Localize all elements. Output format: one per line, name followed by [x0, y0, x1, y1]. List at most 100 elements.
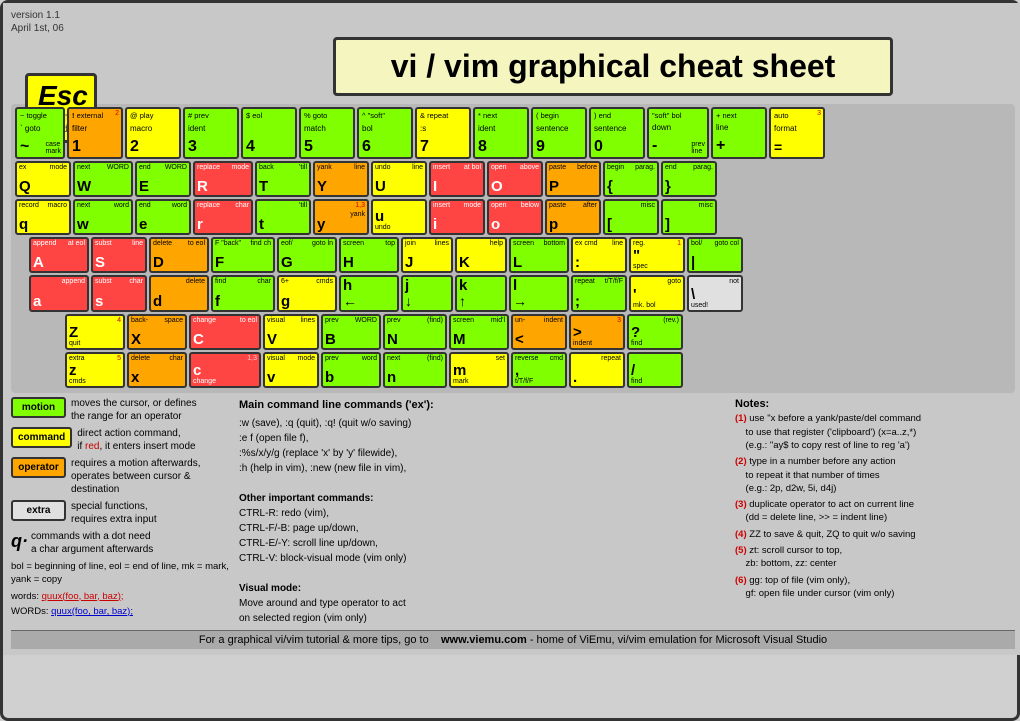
motion-desc: moves the cursor, or defines the range f…: [71, 397, 197, 423]
key-dollar[interactable]: $ eol 4: [241, 107, 297, 159]
key-gt[interactable]: 3 > indent: [569, 314, 625, 350]
legend-extra: extra special functions, requires extra …: [11, 500, 231, 526]
key-h-lower[interactable]: h ←: [339, 275, 399, 312]
note-3: (3) duplicate operator to act on current…: [735, 498, 1015, 525]
key-caret[interactable]: ^ "soft" bol 6: [357, 107, 413, 159]
key-rbrace[interactable]: end parag. }: [661, 161, 717, 197]
legend-operator: operator requires a motion afterwards, o…: [11, 457, 231, 496]
key-J-upper[interactable]: join lines J: [401, 237, 453, 273]
key-K-upper[interactable]: help K: [455, 237, 507, 273]
key-I-upper[interactable]: insert at bol I: [429, 161, 485, 197]
key-b-lower[interactable]: prev word b: [321, 352, 381, 388]
words-label: words:: [11, 591, 39, 602]
key-G-upper[interactable]: eof/ goto ln G: [277, 237, 337, 273]
key-amp[interactable]: & repeat :s 7: [415, 107, 471, 159]
key-v-lower[interactable]: visual mode v: [263, 352, 319, 388]
key-Y-upper[interactable]: yank line Y: [313, 161, 369, 197]
key-H-upper[interactable]: screen top H: [339, 237, 399, 273]
key-star[interactable]: * next ident 8: [473, 107, 529, 159]
key-S-upper[interactable]: subst line S: [91, 237, 147, 273]
key-lbracket[interactable]: misc [: [603, 199, 659, 235]
key-E-upper[interactable]: end WORD E: [135, 161, 191, 197]
key-quote[interactable]: reg. 1 " spec: [629, 237, 685, 273]
key-A-upper[interactable]: append at eol A: [29, 237, 89, 273]
main-title: vi / vim graphical cheat sheet: [333, 37, 893, 96]
key-l-lower[interactable]: l →: [509, 275, 569, 312]
key-g-lower[interactable]: 6+ cmds g: [277, 275, 337, 312]
key-F-upper[interactable]: F "back" find ch F: [211, 237, 275, 273]
key-backslash[interactable]: not \ used!: [687, 275, 743, 312]
key-z-lower[interactable]: extra 5 z cmds: [65, 352, 125, 388]
key-e-lower[interactable]: end word e: [135, 199, 191, 235]
key-hash[interactable]: # prev ident 3: [183, 107, 239, 159]
key-T-upper[interactable]: back 'till T: [255, 161, 311, 197]
key-i-lower[interactable]: insert mode i: [429, 199, 485, 235]
key-apos[interactable]: goto ' mk. bol: [629, 275, 685, 312]
key-Z-upper[interactable]: 4 Z quit: [65, 314, 125, 350]
key-percent[interactable]: % goto match 5: [299, 107, 355, 159]
key-y-lower[interactable]: 1,3 yank y: [313, 199, 369, 235]
key-X-upper[interactable]: back- space X: [127, 314, 187, 350]
key-m-lower[interactable]: set m mark: [449, 352, 509, 388]
key-under[interactable]: "soft" bol down - prevline: [647, 107, 709, 159]
key-dot[interactable]: repeat .: [569, 352, 625, 388]
key-P-upper[interactable]: paste before P: [545, 161, 601, 197]
key-equal[interactable]: auto format = 3: [769, 107, 825, 159]
key-O-upper[interactable]: open above O: [487, 161, 543, 197]
key-j-lower[interactable]: j ↓: [401, 275, 453, 312]
key-at[interactable]: @ play macro 2: [125, 107, 181, 159]
key-plus[interactable]: + next line +: [711, 107, 767, 159]
key-D-upper[interactable]: delete to eol D: [149, 237, 209, 273]
key-n-lower[interactable]: next (find) n: [383, 352, 447, 388]
key-o-lower[interactable]: open below o: [487, 199, 543, 235]
footer-text: For a graphical vi/vim tutorial & more t…: [199, 634, 429, 646]
main-commands-title: Main command line commands ('ex'):: [239, 397, 727, 414]
note-5: (5) zt: scroll cursor to top, zb: bottom…: [735, 544, 1015, 571]
key-q-lower[interactable]: record macro q: [15, 199, 71, 235]
key-U-upper[interactable]: undo line U: [371, 161, 427, 197]
bol-eol-text: bol = beginning of line, eol = end of li…: [11, 560, 231, 587]
key-semicolon[interactable]: repeat t/T/f/F ;: [571, 275, 627, 312]
key-B-upper[interactable]: prev WORD B: [321, 314, 381, 350]
command-desc: direct action command,if red, it enters …: [77, 427, 195, 453]
key-rparen[interactable]: ) end sentence 0: [589, 107, 645, 159]
key-w-lower[interactable]: next word w: [73, 199, 133, 235]
key-p-lower[interactable]: paste after p: [545, 199, 601, 235]
key-x-lower[interactable]: delete char x: [127, 352, 187, 388]
key-Q-upper[interactable]: ex mode Q: [15, 161, 71, 197]
key-t-lower[interactable]: 'till t: [255, 199, 311, 235]
key-c-lower[interactable]: 1,3 c change: [189, 352, 261, 388]
key-r-lower[interactable]: replace char r: [193, 199, 253, 235]
key-tilde[interactable]: ~ toggle ` goto casemark ~: [15, 107, 65, 159]
key-M-upper[interactable]: screen mid'l M: [449, 314, 509, 350]
q-row: ex mode Q next WORD W end WORD E replace…: [15, 161, 1011, 197]
key-N-upper[interactable]: prev (find) N: [383, 314, 447, 350]
key-L-upper[interactable]: screen bottom L: [509, 237, 569, 273]
key-lparen[interactable]: ( begin sentence 9: [531, 107, 587, 159]
key-rbracket[interactable]: misc ]: [661, 199, 717, 235]
key-pipe[interactable]: bol/ goto col |: [687, 237, 743, 273]
key-V-upper[interactable]: visual lines V: [263, 314, 319, 350]
key-R-upper[interactable]: replace mode R: [193, 161, 253, 197]
key-a-lower[interactable]: append a: [29, 275, 89, 312]
keyboard-area: ~ toggle ` goto casemark ~ ! external fi…: [11, 104, 1015, 393]
key-lt[interactable]: un- indent <: [511, 314, 567, 350]
key-s-lower[interactable]: subst char s: [91, 275, 147, 312]
key-lbrace[interactable]: begin parag. {: [603, 161, 659, 197]
z-row-upper: 4 Z quit back- space X change to eol C v…: [65, 314, 1011, 350]
note-6: (6) gg: top of file (vim only), gf: open…: [735, 574, 1015, 601]
key-excl[interactable]: ! external filter 1 2: [67, 107, 123, 159]
key-u-lower[interactable]: u undo: [371, 199, 427, 235]
key-comma[interactable]: reverse cmd , t/T/f/F: [511, 352, 567, 388]
key-colon[interactable]: ex cmd line :: [571, 237, 627, 273]
key-W-upper[interactable]: next WORD W: [73, 161, 133, 197]
key-question[interactable]: (rev.) ? find: [627, 314, 683, 350]
key-slash[interactable]: / find: [627, 352, 683, 388]
key-C-upper[interactable]: change to eol C: [189, 314, 261, 350]
key-k-lower[interactable]: k ↑: [455, 275, 507, 312]
key-d-lower[interactable]: delete d: [149, 275, 209, 312]
key-f-lower[interactable]: find char f: [211, 275, 275, 312]
main-commands-section: Main command line commands ('ex'): :w (s…: [239, 397, 727, 626]
footer-url[interactable]: www.viemu.com: [441, 634, 527, 646]
legend-section: motion moves the cursor, or defines the …: [11, 397, 231, 626]
